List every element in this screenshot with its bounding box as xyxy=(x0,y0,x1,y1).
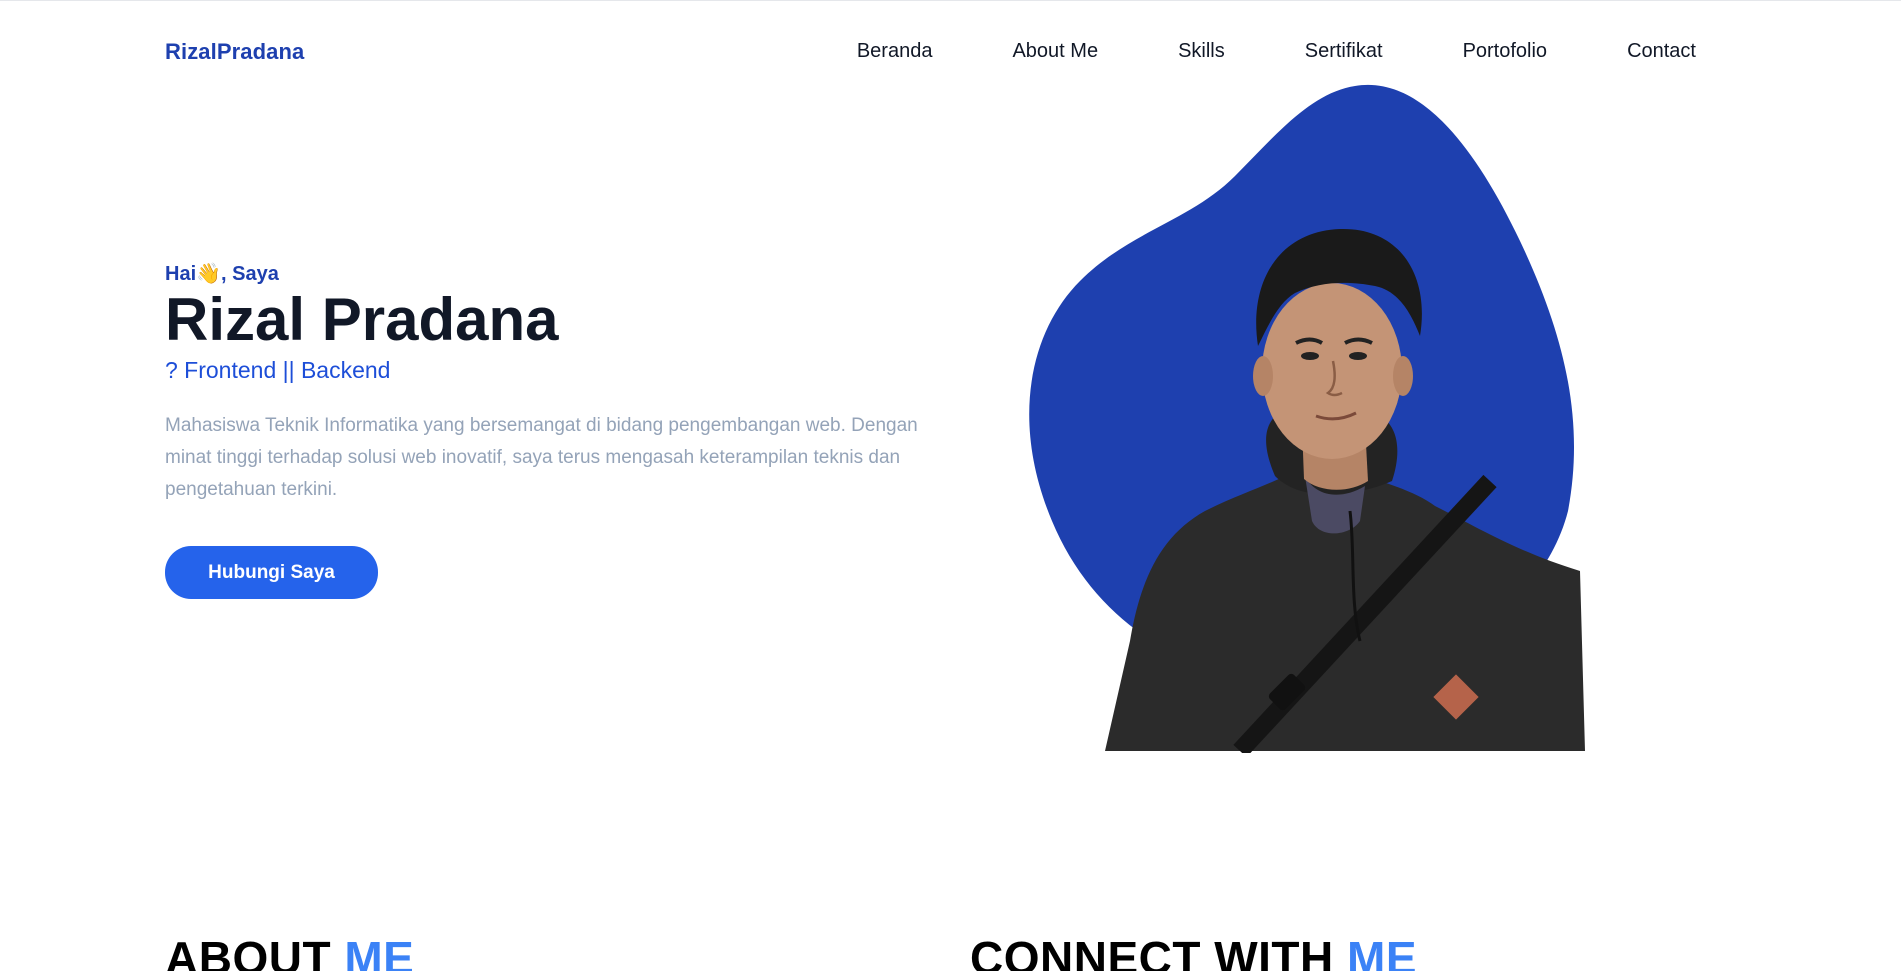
nav-link-portofolio[interactable]: Portofolio xyxy=(1463,40,1548,62)
hero-greeting: Hai👋, Saya xyxy=(165,263,279,285)
about-title-accent: ME xyxy=(344,932,415,971)
nav-menu: Beranda About Me Skills Sertifikat Porto… xyxy=(857,40,1696,63)
nav-item-portofolio: Portofolio xyxy=(1463,40,1548,63)
page: RizalPradana Beranda About Me Skills Ser… xyxy=(0,0,1901,971)
nav-link-about-me[interactable]: About Me xyxy=(1012,40,1098,62)
nav-item-beranda: Beranda xyxy=(857,40,933,63)
hero-role: ? Frontend || Backend xyxy=(165,357,391,383)
nav-item-sertifikat: Sertifikat xyxy=(1305,40,1383,63)
hero-illustration xyxy=(1029,84,1585,753)
nav-link-skills[interactable]: Skills xyxy=(1178,40,1225,62)
nav-link-contact[interactable]: Contact xyxy=(1627,40,1696,62)
nav-link-beranda[interactable]: Beranda xyxy=(857,40,933,62)
about-title-main: ABOUT xyxy=(165,932,332,971)
about-section-title: ABOUT ME xyxy=(165,931,414,971)
nav-item-skills: Skills xyxy=(1178,40,1225,63)
connect-title-main: CONNECT WITH xyxy=(970,932,1334,971)
connect-section-title: CONNECT WITH ME xyxy=(970,931,1417,971)
hero-intro: Hai👋, Saya Rizal Pradana ? Frontend || B… xyxy=(165,261,965,599)
hero-description: Mahasiswa Teknik Informatika yang bersem… xyxy=(165,415,918,500)
hero-image-area xyxy=(1020,81,1600,753)
connect-title-accent: ME xyxy=(1347,932,1418,971)
hero-name: Rizal Pradana xyxy=(165,286,559,353)
brand-logo[interactable]: RizalPradana xyxy=(165,39,304,65)
nav-item-contact: Contact xyxy=(1627,40,1696,63)
navbar: RizalPradana Beranda About Me Skills Ser… xyxy=(0,1,1901,101)
nav-item-about-me: About Me xyxy=(1012,40,1098,63)
nav-link-sertifikat[interactable]: Sertifikat xyxy=(1305,40,1383,62)
contact-me-button[interactable]: Hubungi Saya xyxy=(165,546,378,599)
